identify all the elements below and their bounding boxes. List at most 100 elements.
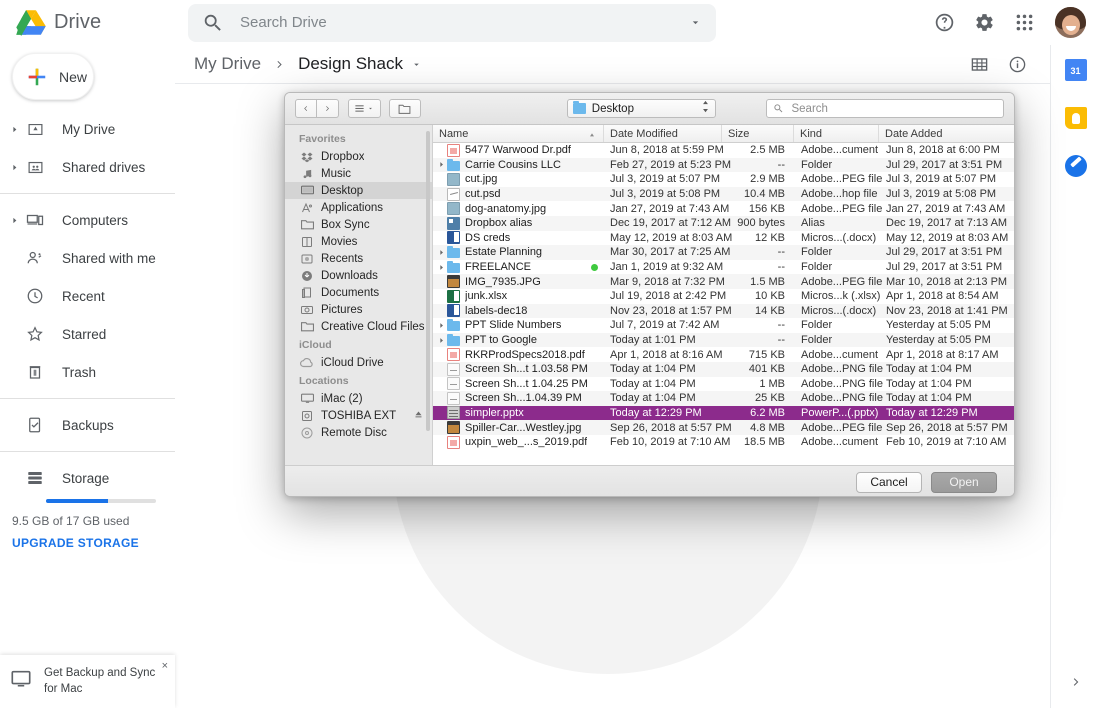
grid-view-icon[interactable]: [962, 47, 996, 81]
sidebar-item-computers[interactable]: Computers: [0, 201, 167, 239]
upgrade-storage-link[interactable]: UPGRADE STORAGE: [12, 536, 175, 550]
column-header-date-modified[interactable]: Date Modified: [604, 125, 722, 142]
new-button[interactable]: New: [12, 53, 94, 100]
sidebar-item-dropbox[interactable]: Dropbox: [285, 148, 432, 165]
details-info-icon[interactable]: [1000, 47, 1034, 81]
sidebar-item-imac[interactable]: iMac (2): [285, 390, 432, 407]
sidebar-item-creative-cloud-files[interactable]: Creative Cloud Files: [285, 318, 432, 335]
word-file-icon: [447, 231, 460, 245]
table-row[interactable]: PPT Slide Numbers Jul 7, 2019 at 7:42 AM -…: [433, 318, 1014, 333]
search-input[interactable]: [238, 13, 682, 32]
settings-gear-icon[interactable]: [967, 6, 1001, 40]
table-row[interactable]: Spiller-Car...Westley.jpg Sep 26, 2018 at…: [433, 420, 1014, 435]
apps-grid-icon[interactable]: [1007, 6, 1041, 40]
table-row[interactable]: uxpin_web_...s_2019.pdf Feb 10, 2019 at 7…: [433, 434, 1014, 450]
sidebar-item-backups[interactable]: Backups: [0, 406, 167, 444]
table-row[interactable]: Carrie Cousins LLC Feb 27, 2019 at 5:23 P…: [433, 157, 1014, 173]
sidebar-item-remote-disc[interactable]: Remote Disc: [285, 424, 432, 441]
column-header-date-added[interactable]: Date Added: [879, 125, 1014, 142]
file-name-cell: Dropbox alias: [433, 216, 604, 230]
sidebar-item-recent[interactable]: Recent: [0, 277, 167, 315]
column-header-name[interactable]: Name: [433, 125, 604, 142]
sidebar-item-applications[interactable]: Applications: [285, 199, 432, 216]
table-row[interactable]: Screen Sh...t 1.03.58 PM Today at 1:04 PM…: [433, 361, 1014, 377]
sidebar-item-storage[interactable]: Storage: [0, 459, 167, 497]
table-row[interactable]: Estate Planning Mar 30, 2017 at 7:25 AM --…: [433, 245, 1014, 260]
table-row[interactable]: IMG_7935.JPG Mar 9, 2018 at 7:32 PM 1.5 MB…: [433, 274, 1014, 289]
disclosure-triangle-icon[interactable]: [436, 249, 447, 256]
table-row[interactable]: simpler.pptx Today at 12:29 PM 6.2 MB Power…: [433, 405, 1014, 421]
sidebar-item-desktop[interactable]: Desktop: [285, 182, 432, 199]
sidebar-item-shared-drives[interactable]: Shared drives: [0, 148, 167, 186]
file-name-cell: cut.psd: [433, 187, 604, 201]
sidebar-item-pictures[interactable]: Pictures: [285, 301, 432, 318]
table-row[interactable]: cut.psd Jul 3, 2019 at 5:08 PM 10.4 MB Adob…: [433, 186, 1014, 202]
sidebar-item-my-drive[interactable]: My Drive: [0, 110, 167, 148]
column-header-kind[interactable]: Kind: [794, 125, 879, 142]
sidebar-item-shared-with-me[interactable]: Shared with me: [0, 239, 167, 277]
file-kind-cell: Folder: [801, 158, 833, 171]
close-icon[interactable]: ×: [162, 660, 168, 672]
pdf-file-icon: [447, 435, 460, 449]
expand-caret-icon[interactable]: [4, 216, 24, 225]
table-row[interactable]: Dropbox alias Dec 19, 2017 at 7:12 AM 900 …: [433, 215, 1014, 231]
google-keep-icon[interactable]: [1064, 107, 1087, 129]
brand-logo-area[interactable]: Drive: [0, 9, 172, 36]
sidebar-item-recents[interactable]: Recents: [285, 250, 432, 267]
sidebar-item-box-sync[interactable]: Box Sync: [285, 216, 432, 233]
file-size-cell: 1 MB: [759, 377, 785, 390]
sidebar-item-icloud-drive[interactable]: iCloud Drive: [285, 354, 432, 371]
sidebar-label: Starred: [62, 326, 107, 342]
sidebar-scrollbar[interactable]: [426, 131, 430, 431]
back-button[interactable]: [295, 99, 317, 118]
help-icon[interactable]: [927, 6, 961, 40]
table-row[interactable]: cut.jpg Jul 3, 2019 at 5:07 PM 2.9 MB Adobe…: [433, 172, 1014, 187]
folder-actions-button[interactable]: [388, 99, 421, 118]
table-row[interactable]: junk.xlsx Jul 19, 2018 at 2:42 PM 10 KB Mic…: [433, 288, 1014, 304]
green-tag-dot-icon: [591, 263, 598, 271]
dialog-search-input[interactable]: [789, 101, 997, 116]
sidebar-item-starred[interactable]: Starred: [0, 315, 167, 353]
disclosure-triangle-icon[interactable]: [436, 337, 447, 344]
column-header-size[interactable]: Size: [722, 125, 794, 142]
table-row[interactable]: labels-dec18 Nov 23, 2018 at 1:57 PM 14 KB…: [433, 303, 1014, 319]
table-row[interactable]: RKRProdSpecs2018.pdf Apr 1, 2018 at 8:16 …: [433, 347, 1014, 362]
backup-sync-toast[interactable]: Get Backup and Sync for Mac ×: [0, 655, 175, 708]
table-row[interactable]: FREELANCE Jan 1, 2019 at 9:32 AM -- Folder J…: [433, 259, 1014, 275]
breadcrumb-root[interactable]: My Drive: [194, 54, 261, 74]
sidebar-item-movies[interactable]: Movies: [285, 233, 432, 250]
expand-caret-icon[interactable]: [4, 163, 24, 172]
forward-button[interactable]: [316, 99, 339, 118]
disclosure-triangle-icon[interactable]: [436, 322, 447, 329]
avatar[interactable]: [1055, 7, 1086, 38]
cancel-button[interactable]: Cancel: [856, 471, 922, 493]
breadcrumb-current[interactable]: Design Shack: [298, 54, 403, 74]
sidebar-item-documents[interactable]: Documents: [285, 284, 432, 301]
google-tasks-icon[interactable]: [1064, 155, 1087, 177]
sidebar-item-music[interactable]: Music: [285, 165, 432, 182]
search-options-button[interactable]: [682, 10, 708, 36]
caret-down-icon[interactable]: [411, 59, 422, 70]
disclosure-triangle-icon[interactable]: [436, 161, 447, 168]
table-row[interactable]: DS creds May 12, 2019 at 8:03 AM 12 KB Micr…: [433, 230, 1014, 246]
expand-caret-icon[interactable]: [4, 125, 24, 134]
table-row[interactable]: Screen Sh...1.04.39 PM Today at 1:04 PM 25…: [433, 391, 1014, 406]
keep-bulb-shape: [1071, 112, 1080, 124]
sidebar-item-trash[interactable]: Trash: [0, 353, 167, 391]
file-name-label: simpler.pptx: [465, 406, 524, 419]
disclosure-triangle-icon[interactable]: [436, 264, 447, 271]
open-button[interactable]: Open: [931, 471, 997, 493]
dialog-search-field[interactable]: [766, 99, 1004, 118]
rail-expand-button[interactable]: [1064, 670, 1088, 694]
google-calendar-icon[interactable]: 31: [1064, 59, 1087, 81]
eject-icon[interactable]: [414, 410, 423, 422]
path-popup-button[interactable]: Desktop: [566, 99, 717, 118]
table-row[interactable]: dog-anatomy.jpg Jan 27, 2019 at 7:43 AM 15…: [433, 201, 1014, 216]
sidebar-item-downloads[interactable]: Downloads: [285, 267, 432, 284]
table-row[interactable]: Screen Sh...t 1.04.25 PM Today at 1:04 PM…: [433, 376, 1014, 392]
table-row[interactable]: PPT to Google Today at 1:01 PM -- Folder Yes…: [433, 332, 1014, 348]
search-bar[interactable]: [188, 3, 716, 42]
view-options-button[interactable]: [347, 99, 381, 118]
table-row[interactable]: 5477 Warwood Dr.pdf Jun 8, 2018 at 5:59 P…: [433, 143, 1014, 158]
sidebar-item-toshiba-ext[interactable]: TOSHIBA EXT: [285, 407, 432, 424]
